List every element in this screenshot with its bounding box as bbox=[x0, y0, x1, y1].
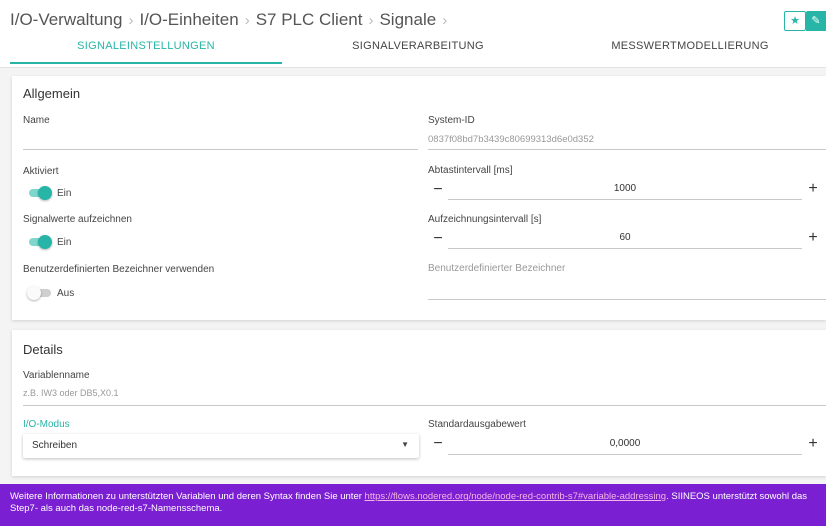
name-label: Name bbox=[23, 115, 50, 126]
enabled-toggle[interactable] bbox=[27, 186, 52, 200]
edit-button[interactable]: ✎ bbox=[806, 11, 826, 31]
system-id-underline bbox=[428, 149, 826, 150]
record-interval-underline bbox=[448, 248, 802, 249]
custom-id-toggle-label: Benutzerdefinierten Bezeichner verwenden bbox=[23, 264, 215, 275]
tab-signal-settings[interactable]: SIGNALEINSTELLUNGEN bbox=[10, 36, 282, 64]
record-interval-label: Aufzeichnungsintervall [s] bbox=[428, 214, 542, 225]
breadcrumb: I/O-Verwaltung › I/O-Einheiten › S7 PLC Clie… bbox=[10, 10, 453, 30]
general-card-title: Allgemein bbox=[23, 86, 81, 101]
pencil-icon: ✎ bbox=[811, 15, 821, 27]
custom-id-toggle[interactable] bbox=[27, 286, 51, 300]
record-interval-increment[interactable]: + bbox=[806, 230, 820, 246]
default-output-label: Standardausgabewert bbox=[428, 419, 526, 430]
breadcrumb-signals[interactable]: Signale bbox=[379, 10, 436, 29]
custom-id-toggle-state: Aus bbox=[57, 288, 75, 299]
toggle-knob bbox=[38, 186, 52, 200]
breadcrumb-separator: › bbox=[442, 12, 448, 29]
io-mode-label: I/O-Modus bbox=[23, 419, 70, 430]
sample-interval-label: Abtastintervall [ms] bbox=[428, 165, 513, 176]
record-interval-decrement[interactable]: − bbox=[431, 231, 445, 247]
record-interval-value[interactable]: 60 bbox=[448, 232, 802, 243]
tab-bar: SIGNALEINSTELLUNGEN SIGNALVERARBEITUNG M… bbox=[0, 36, 826, 64]
general-card: Allgemein Name System-ID 0837f08bd7b3439… bbox=[12, 76, 826, 320]
record-toggle[interactable] bbox=[27, 235, 52, 249]
breadcrumb-separator: › bbox=[368, 12, 374, 29]
info-banner: Weitere Informationen zu unterstützten V… bbox=[0, 484, 826, 526]
sample-interval-value[interactable]: 1000 bbox=[448, 183, 802, 194]
tab-signal-processing[interactable]: SIGNALVERARBEITUNG bbox=[282, 36, 554, 64]
breadcrumb-io-management[interactable]: I/O-Verwaltung bbox=[10, 10, 122, 29]
default-output-underline bbox=[448, 454, 802, 455]
enabled-label: Aktiviert bbox=[23, 166, 59, 177]
favorite-button[interactable]: ★ bbox=[784, 11, 806, 31]
system-id-label: System-ID bbox=[428, 115, 475, 126]
info-text-before: Weitere Informationen zu unterstützten V… bbox=[10, 491, 365, 502]
default-output-value[interactable]: 0,0000 bbox=[448, 438, 802, 449]
custom-id-input[interactable]: Benutzerdefinierter Bezeichner bbox=[428, 263, 565, 274]
io-mode-value: Schreiben bbox=[32, 440, 78, 451]
sample-interval-underline bbox=[448, 199, 802, 200]
tab-measurement-modeling[interactable]: MESSWERTMODELLIERUNG bbox=[554, 36, 826, 64]
record-state: Ein bbox=[57, 237, 72, 248]
io-mode-select[interactable]: Schreiben ▼ bbox=[23, 434, 419, 458]
enabled-state: Ein bbox=[57, 188, 72, 199]
top-bar: I/O-Verwaltung › I/O-Einheiten › S7 PLC Clie… bbox=[0, 0, 826, 68]
system-id-value: 0837f08bd7b3439c80699313d6e0d352 bbox=[428, 134, 594, 145]
breadcrumb-io-units[interactable]: I/O-Einheiten bbox=[139, 10, 238, 29]
star-icon: ★ bbox=[790, 15, 800, 27]
sample-interval-decrement[interactable]: − bbox=[431, 182, 445, 198]
variable-name-underline bbox=[23, 405, 826, 406]
info-link[interactable]: https://flows.nodered.org/node/node-red-… bbox=[365, 491, 667, 502]
toggle-knob bbox=[38, 235, 52, 249]
breadcrumb-separator: › bbox=[244, 12, 250, 29]
chevron-down-icon: ▼ bbox=[401, 440, 409, 449]
details-card-title: Details bbox=[23, 342, 63, 357]
name-input[interactable] bbox=[23, 149, 418, 150]
toggle-knob bbox=[27, 286, 41, 300]
breadcrumb-separator: › bbox=[128, 12, 134, 29]
record-label: Signalwerte aufzeichnen bbox=[23, 214, 132, 225]
default-output-decrement[interactable]: − bbox=[431, 436, 445, 452]
variable-name-label: Variablenname bbox=[23, 370, 90, 381]
sample-interval-increment[interactable]: + bbox=[806, 181, 820, 197]
default-output-increment[interactable]: + bbox=[806, 436, 820, 452]
variable-name-input[interactable]: z.B. IW3 oder DB5,X0.1 bbox=[23, 388, 119, 398]
breadcrumb-s7-plc-client[interactable]: S7 PLC Client bbox=[256, 10, 363, 29]
custom-id-underline bbox=[428, 299, 826, 300]
